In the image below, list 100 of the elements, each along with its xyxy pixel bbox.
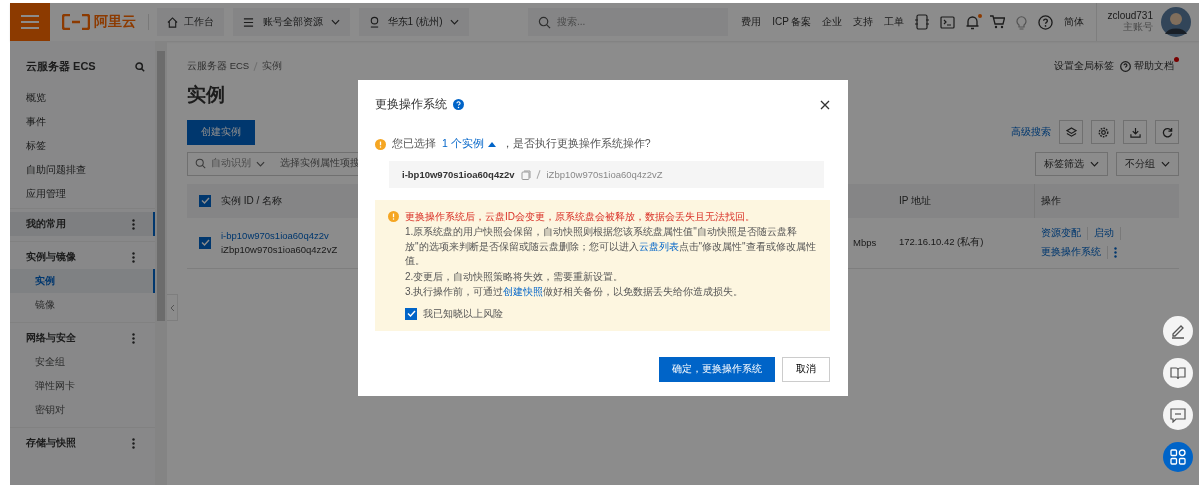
resource-dropdown[interactable]: 账号全部资源: [233, 8, 350, 36]
location-pin-icon: [369, 16, 380, 28]
collapse-handle[interactable]: [167, 294, 178, 321]
close-icon[interactable]: [820, 99, 830, 110]
prompt-text: ，是否执行更换操作系统操作?: [501, 137, 651, 151]
checkbox-label[interactable]: 我已知晓以上风险: [423, 306, 503, 321]
warning-headline: 更换操作系统后，云盘ID会变更，原系统盘会被释放，数据会丢失且无法找回。: [405, 210, 756, 224]
column-header: 操作: [1034, 183, 1179, 218]
breadcrumb-current: 实例: [262, 60, 283, 73]
sidebar-item[interactable]: 安全组: [10, 350, 155, 374]
action-link[interactable]: 启动: [1094, 226, 1121, 240]
checkbox[interactable]: [199, 236, 211, 249]
page-title: 实例: [187, 85, 225, 106]
avatar[interactable]: [1161, 7, 1191, 37]
workbench-button[interactable]: 工作台: [157, 8, 224, 36]
more-icon[interactable]: [132, 332, 135, 344]
header-link[interactable]: 设置全局标签: [1054, 60, 1114, 73]
sidebar-item[interactable]: 应用管理: [10, 182, 155, 206]
group-title: 存储与快照: [26, 436, 76, 450]
sidebar-item[interactable]: 概览: [10, 86, 155, 110]
sidebar-group[interactable]: 实例与镜像: [10, 245, 155, 269]
nav-link[interactable]: 支持: [853, 15, 874, 29]
inline-link[interactable]: 云盘列表: [638, 240, 679, 252]
download-icon: [1129, 126, 1141, 138]
user-name: zcloud731: [1107, 10, 1153, 21]
group-title: 我的常用: [26, 217, 66, 231]
sidebar-item[interactable]: 实例: [10, 269, 155, 293]
tag-filter-dropdown[interactable]: 标签筛选: [1035, 151, 1108, 176]
apps-icon: [1170, 449, 1186, 465]
more-icon[interactable]: [132, 437, 135, 449]
nav-link[interactable]: ICP 备案: [772, 15, 812, 29]
sidebar-item[interactable]: 自助问题排查: [10, 158, 155, 182]
more-icon[interactable]: [132, 218, 135, 230]
instance-name: iZbp10w970s1ioa60q4z2vZ: [546, 169, 663, 180]
copy-icon[interactable]: [521, 169, 532, 180]
group-title: 网络与安全: [26, 331, 76, 345]
layers-button[interactable]: [1059, 120, 1083, 145]
apps-button[interactable]: [1163, 442, 1193, 472]
chevron-down-icon: [331, 19, 340, 25]
layers-icon: [1065, 126, 1077, 138]
region-dropdown[interactable]: 华东1 (杭州): [359, 8, 469, 36]
language-link[interactable]: 简体: [1064, 15, 1085, 29]
help-docs-link[interactable]: 帮助文档: [1120, 60, 1174, 73]
breadcrumb-link[interactable]: 云服务器 ECS: [187, 60, 250, 73]
prompt-text: 您已选择: [392, 137, 436, 151]
checkbox[interactable]: [199, 194, 211, 207]
checkbox[interactable]: [405, 307, 417, 320]
sidebar-item[interactable]: 密钥对: [10, 398, 155, 422]
nav-link[interactable]: 工单: [884, 15, 905, 29]
download-button[interactable]: [1123, 120, 1147, 145]
ip-address: 172.16.10.42 (私有): [899, 236, 985, 250]
chat-button[interactable]: [1163, 400, 1193, 430]
settings-button[interactable]: [1091, 120, 1115, 145]
help-icon[interactable]: [1038, 14, 1054, 30]
sidebar-item[interactable]: 镜像: [10, 293, 155, 317]
sidebar-group[interactable]: 我的常用: [10, 212, 155, 236]
action-link[interactable]: 更换操作系统: [1041, 245, 1108, 259]
sidebar-group[interactable]: 网络与安全: [10, 326, 155, 350]
console-icon[interactable]: [915, 14, 930, 30]
search-icon: [195, 158, 206, 170]
cancel-button[interactable]: 取消: [782, 356, 830, 382]
bell-icon[interactable]: [966, 14, 980, 30]
home-icon: [167, 16, 178, 28]
confirm-button[interactable]: 确定，更换操作系统: [659, 356, 775, 382]
logo-icon: [62, 14, 90, 30]
sidebar-item[interactable]: 事件: [10, 110, 155, 134]
warning-icon: [375, 138, 386, 150]
column-header: 实例 ID / 名称: [221, 193, 284, 208]
pencil-icon: [1170, 323, 1186, 339]
terminal-icon[interactable]: [940, 15, 956, 29]
list-icon: [243, 16, 254, 28]
edit-button[interactable]: [1163, 316, 1193, 346]
docs-button[interactable]: [1163, 358, 1193, 388]
help-icon[interactable]: [453, 99, 464, 110]
sidebar-group[interactable]: 存储与快照: [10, 431, 155, 455]
advanced-search-link[interactable]: 高级搜索: [1011, 125, 1051, 140]
grouping-dropdown[interactable]: 不分组: [1116, 151, 1179, 176]
group-title: 实例与镜像: [26, 250, 76, 264]
sidebar-item[interactable]: 弹性网卡: [10, 374, 155, 398]
search-icon[interactable]: [135, 61, 145, 72]
chevron-down-icon: [256, 160, 265, 167]
nav-link[interactable]: 费用: [741, 15, 762, 29]
scrollbar[interactable]: [155, 41, 167, 485]
more-icon[interactable]: [1114, 246, 1117, 258]
sidebar-item[interactable]: 标签: [10, 134, 155, 158]
create-instance-button[interactable]: 创建实例: [187, 119, 255, 145]
instance-id-link[interactable]: i-bp10w970s1ioa60q4z2v: [221, 230, 329, 242]
inline-link[interactable]: 创建快照: [503, 286, 544, 297]
action-link[interactable]: 资源变配: [1041, 226, 1088, 240]
cart-icon[interactable]: [990, 15, 1006, 29]
selected-instances-toggle[interactable]: 1 个实例: [442, 137, 496, 151]
refresh-button[interactable]: [1155, 120, 1179, 145]
more-icon[interactable]: [132, 251, 135, 263]
chevron-down-icon: [1161, 160, 1170, 167]
dialog-title: 更换操作系统: [375, 96, 447, 113]
bandwidth-text: Mbps: [852, 237, 878, 249]
chevron-left-icon: [169, 303, 175, 312]
nav-link[interactable]: 企业: [822, 15, 843, 29]
chat-icon: [1170, 407, 1186, 423]
search-icon: [538, 15, 551, 29]
